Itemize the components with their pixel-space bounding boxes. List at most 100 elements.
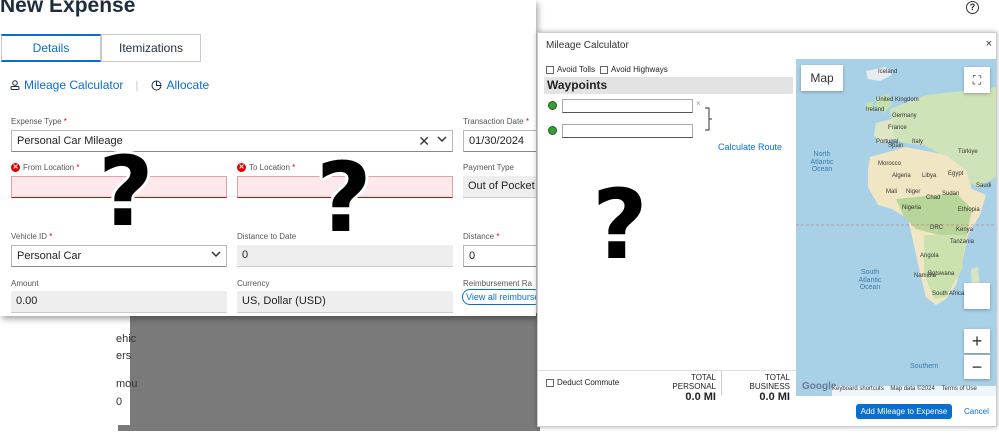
tab-bar: Details Itemizations: [0, 34, 536, 64]
map-label: Sudan: [942, 191, 960, 197]
total-business: TOTAL BUSINESS 0.0 MI: [726, 373, 790, 403]
dialog-title: Mileage Calculator: [546, 40, 629, 51]
error-icon: ✕: [237, 163, 246, 173]
terms-link[interactable]: Terms of Use: [942, 386, 977, 392]
map-label: Iceland: [878, 69, 898, 75]
page-title: New Expense: [0, 0, 136, 17]
background-fragment: ers: [116, 350, 132, 362]
cancel-button[interactable]: Cancel: [964, 407, 989, 416]
background-form-strip: [118, 313, 130, 425]
total-personal-value: 0.0 MI: [685, 391, 716, 403]
expense-type-select[interactable]: Personal Car Mileage ✕: [11, 130, 453, 152]
avoid-highways-option[interactable]: Avoid Highways: [600, 65, 668, 74]
allocate-icon: [151, 80, 162, 91]
waypoint-marker-icon: [548, 101, 557, 110]
tab-details[interactable]: Details: [1, 34, 101, 62]
avoid-tolls-checkbox[interactable]: [546, 65, 554, 74]
map-label: Tanzania: [950, 239, 975, 245]
map-label: Germany: [892, 113, 917, 119]
map-type-button[interactable]: Map: [801, 65, 843, 91]
allocate-link[interactable]: Allocate: [167, 78, 210, 92]
map-label: Ireland: [866, 107, 885, 113]
expense-form-panel: New Expense Details Itemizations Mileage…: [0, 0, 536, 316]
transaction-date-input[interactable]: 01/30/2024: [463, 130, 536, 152]
calculate-route-link[interactable]: Calculate Route: [718, 142, 782, 152]
map-label: Saudi: [976, 183, 992, 189]
map-label: Türkiye: [958, 149, 978, 155]
map-label: United Kingdom: [876, 97, 919, 103]
tab-itemizations[interactable]: Itemizations: [101, 34, 201, 62]
amount-label: Amount: [11, 279, 39, 288]
map-label: Ethiopia: [958, 207, 980, 213]
map-label: Mali: [886, 189, 898, 195]
view-all-reimbursement-rates-button[interactable]: View all reimburse: [462, 289, 536, 305]
map-label: South Atlantic Ocean: [858, 269, 882, 292]
avoid-tolls-option[interactable]: Avoid Tolls: [546, 65, 595, 74]
reimbursement-rate-label: Reimbursement Ra: [463, 279, 532, 288]
total-personal: TOTAL PERSONAL 0.0 MI: [650, 373, 716, 403]
divider: [538, 370, 796, 371]
question-mark-overlay: ?: [98, 136, 154, 248]
vehicle-id-label: Vehicle ID *: [11, 232, 53, 241]
distance-to-date-label: Distance to Date: [237, 232, 297, 241]
divider: [721, 371, 722, 395]
waypoint-end-input[interactable]: [562, 124, 693, 138]
map-label: France: [888, 125, 907, 131]
add-mileage-to-expense-button[interactable]: Add Mileage to Expense: [856, 404, 952, 419]
avoid-highways-checkbox[interactable]: [600, 65, 608, 74]
map-attribution-bar: Keyboard shortcuts Map data ©2024 Terms …: [832, 386, 996, 396]
map-label: Italy: [912, 139, 924, 145]
help-icon[interactable]: ?: [966, 1, 979, 14]
zoom-out-button[interactable]: −: [964, 355, 990, 379]
keyboard-shortcuts-link[interactable]: Keyboard shortcuts: [832, 386, 884, 392]
background-fragment: mou: [116, 378, 138, 390]
from-location-label: ✕ From Location *: [11, 163, 80, 173]
map-label: South Africa: [932, 291, 965, 297]
map-label: Kenya: [956, 227, 974, 233]
expense-type-label: Expense Type *: [11, 117, 67, 126]
reorder-bracket-icon[interactable]: [704, 107, 712, 131]
clear-icon[interactable]: ✕: [418, 133, 430, 150]
chevron-down-icon[interactable]: [211, 249, 221, 262]
page-overlay: [118, 313, 540, 431]
map-label: Niger: [906, 189, 921, 195]
transaction-date-label: Transaction Date *: [463, 117, 529, 126]
map-label: Algeria: [892, 173, 911, 179]
currency-value: US, Dollar (USD): [237, 291, 453, 313]
deduct-commute-checkbox[interactable]: [546, 378, 554, 387]
error-icon: ✕: [11, 163, 20, 173]
waypoints-header: Waypoints: [544, 77, 793, 94]
vehicle-id-select[interactable]: Personal Car: [11, 245, 227, 267]
street-view-pegman-icon[interactable]: [964, 283, 990, 309]
route-panel: Avoid Tolls Avoid Highways Waypoints × C…: [538, 59, 796, 403]
action-bar: Mileage Calculator | Allocate: [10, 78, 209, 92]
chevron-down-icon[interactable]: [437, 134, 447, 147]
map-label: Nigeria: [902, 205, 922, 211]
distance-input[interactable]: 0: [463, 245, 536, 267]
map-label: Botswana: [928, 271, 955, 277]
background-fragment: ehic: [116, 333, 137, 345]
mileage-calculator-link[interactable]: Mileage Calculator: [24, 78, 123, 92]
map-label: DRC: [930, 225, 943, 231]
close-icon[interactable]: ×: [986, 38, 992, 50]
fullscreen-icon[interactable]: ⛶: [964, 67, 990, 93]
waypoint-start-input[interactable]: [562, 99, 693, 113]
payment-type-value: Out of Pocket: [463, 176, 536, 198]
background-fragment: 0: [116, 396, 123, 408]
map-label: Libya: [922, 173, 937, 179]
map-view[interactable]: Map ⛶ + − Iceland United Kingdom Ireland…: [796, 59, 996, 396]
remove-waypoint-icon[interactable]: ×: [696, 99, 701, 108]
deduct-commute-option[interactable]: Deduct Commute: [546, 378, 619, 387]
distance-label: Distance *: [463, 232, 500, 241]
total-business-value: 0.0 MI: [759, 391, 790, 403]
zoom-in-button[interactable]: +: [964, 329, 990, 353]
person-car-icon: [10, 79, 20, 91]
question-mark-overlay: ?: [592, 169, 648, 281]
map-label: North Atlantic Ocean: [810, 151, 834, 174]
map-label: Chad: [926, 195, 941, 201]
waypoint-marker-icon: [548, 126, 557, 135]
question-mark-overlay: ?: [316, 142, 372, 254]
divider: |: [135, 78, 139, 92]
map-label: Egypt: [948, 171, 964, 177]
map-label: Morocco: [878, 161, 902, 167]
